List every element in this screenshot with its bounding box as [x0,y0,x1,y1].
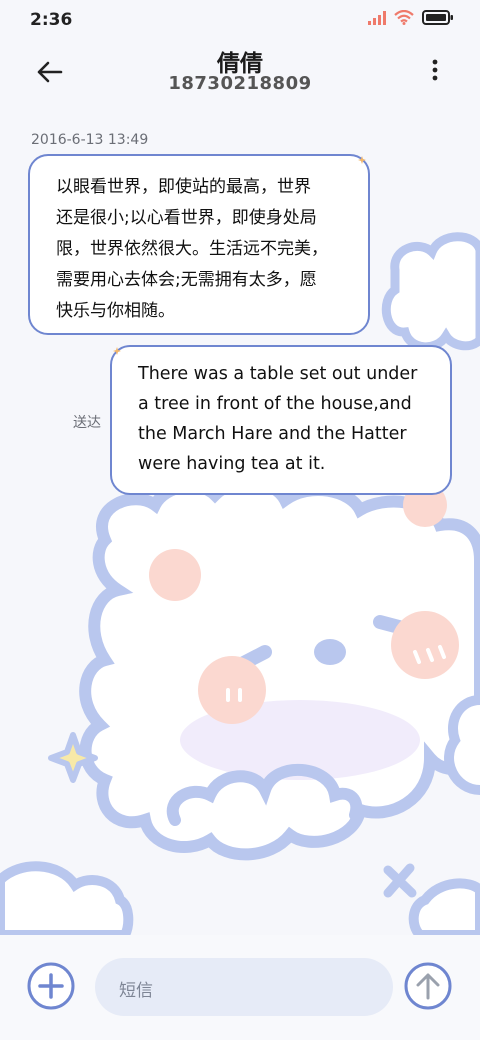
signal-icon [368,10,386,25]
message-line: 需要用心去体会;无需拥有太多，愿 [56,270,317,290]
message-line: 以眼看世界，即使站的最高，世界 [56,177,311,197]
message-input-placeholder: 短信 [119,981,153,1001]
wifi-icon [394,10,414,25]
delivery-status: 送达 [73,415,101,431]
message-line: There was a table set out under [138,364,418,384]
contact-phone-number: 18730218809 [168,73,312,94]
message-line: 还是很小;以心看世界，即使身处局 [56,208,317,228]
more-vertical-icon[interactable] [430,58,440,82]
incoming-message-bubble[interactable]: 以眼看世界，即使站的最高，世界 还是很小;以心看世界，即使身处局 限，世界依然很… [28,154,370,335]
bubble-sparkle-icon [113,347,121,355]
message-line: a tree in front of the house,and [138,394,412,414]
status-time: 2:36 [30,10,73,30]
add-icon[interactable] [26,961,76,1011]
message-line: 限，世界依然很大。生活远不完美， [56,239,328,259]
conversation-header: 倩倩 18730218809 [0,40,480,110]
battery-icon [422,10,453,25]
message-input[interactable]: 短信 [95,958,393,1016]
send-arrow-icon[interactable] [403,961,453,1011]
bubble-sparkle-icon [358,156,366,164]
message-line: 快乐与你相随。 [56,301,175,321]
status-bar: 2:36 [0,0,480,40]
message-line: were having tea at it. [138,454,326,474]
message-line: the March Hare and the Hatter [138,424,407,444]
message-timestamp: 2016-6-13 13:49 [31,132,149,148]
status-icons [368,10,454,25]
outgoing-message-bubble[interactable]: There was a table set out under a tree i… [110,345,452,495]
